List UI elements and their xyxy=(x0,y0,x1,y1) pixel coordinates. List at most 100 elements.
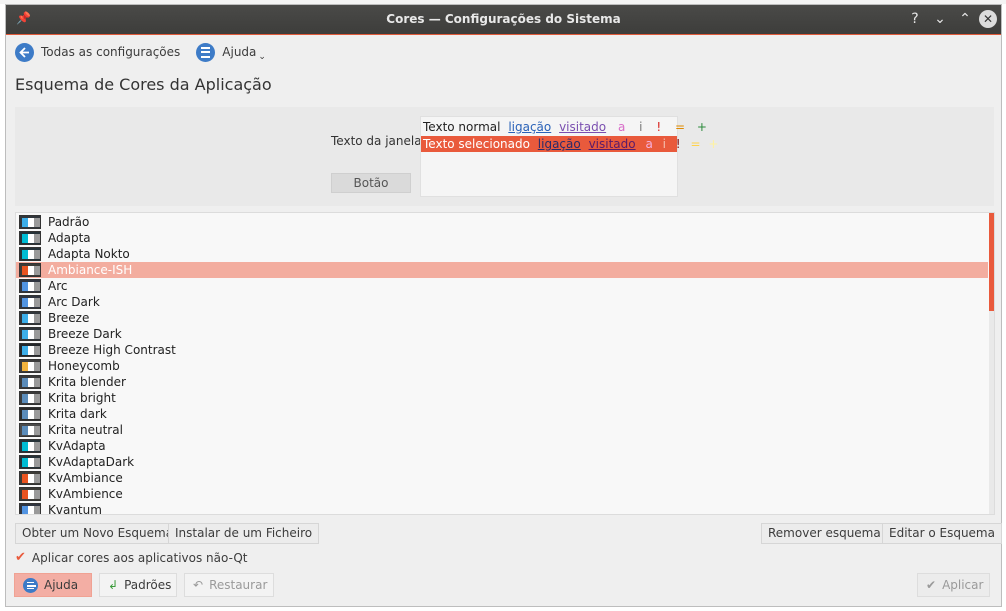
maximize-icon[interactable]: ⌃ xyxy=(956,10,974,28)
check-icon: ✔ xyxy=(926,578,937,592)
window-title: Cores — Configurações do Sistema xyxy=(386,12,621,26)
scheme-list-item[interactable]: KvAdaptaDark xyxy=(16,454,988,470)
scheme-preview-icon xyxy=(19,487,41,501)
scheme-preview-icon xyxy=(19,263,41,277)
chevron-down-icon: ⌄ xyxy=(258,52,266,62)
undo-icon: ↶ xyxy=(193,578,204,592)
scheme-label: KvAmbience xyxy=(48,487,123,501)
scheme-preview-icon xyxy=(19,455,41,469)
selected-neutral: = xyxy=(690,137,701,151)
apply-button[interactable]: ✔ Aplicar xyxy=(917,573,990,597)
scheme-list-item[interactable]: Krita dark xyxy=(16,406,988,422)
scheme-label: Breeze xyxy=(48,311,90,325)
remove-scheme-button[interactable]: Remover esquema xyxy=(761,523,888,544)
normal-positive: + xyxy=(696,120,707,134)
scheme-label: Arc Dark xyxy=(48,295,100,309)
scheme-preview-icon xyxy=(19,215,41,229)
selected-visited: visitado xyxy=(588,137,636,151)
scheme-label: Breeze Dark xyxy=(48,327,122,341)
scheme-preview-icon xyxy=(19,471,41,485)
scheme-list-item[interactable]: Adapta xyxy=(16,230,988,246)
normal-text-row: Texto normal ligação visitado a i ! = + xyxy=(423,120,711,134)
title-bar: 📌 Cores — Configurações do Sistema ? ⌄ ⌃… xyxy=(6,5,1001,35)
close-icon[interactable]: ✕ xyxy=(979,10,997,28)
scheme-label: KvAdapta xyxy=(48,439,106,453)
scheme-preview-icon xyxy=(19,423,41,437)
top-navigation: Todas as configurações Ajuda ⌄ xyxy=(15,41,282,63)
checkmark-icon[interactable]: ✔ xyxy=(15,550,26,565)
selected-positive: + xyxy=(708,137,719,151)
scheme-preview-icon xyxy=(19,439,41,453)
scheme-list-item[interactable]: Kvantum xyxy=(16,502,988,514)
scheme-list-item[interactable]: Adapta Nokto xyxy=(16,246,988,262)
scheme-list-item[interactable]: Ambiance-ISH xyxy=(16,262,988,278)
scheme-list-item[interactable]: Honeycomb xyxy=(16,358,988,374)
scheme-list-item[interactable]: Breeze xyxy=(16,310,988,326)
scheme-list-item[interactable]: Padrão xyxy=(16,214,988,230)
scheme-label: KvAmbiance xyxy=(48,471,123,485)
selected-text-row: Texto selecionado ligação visitado a i !… xyxy=(421,136,718,152)
scheme-preview-icon xyxy=(19,375,41,389)
scheme-list-item[interactable]: Arc xyxy=(16,278,988,294)
scheme-preview-icon xyxy=(19,503,41,514)
scheme-preview-icon xyxy=(19,231,41,245)
scrollbar-thumb[interactable] xyxy=(989,213,994,311)
preview-button: Botão xyxy=(331,173,411,193)
minimize-icon[interactable]: ⌄ xyxy=(931,10,949,28)
restore-button[interactable]: ↶ Restaurar xyxy=(184,573,274,597)
scheme-preview-icon xyxy=(19,343,41,357)
help-menu-icon xyxy=(23,577,38,593)
scheme-label: Adapta Nokto xyxy=(48,247,130,261)
normal-inactive: i xyxy=(639,120,643,134)
scheme-list-item[interactable]: KvAmbiance xyxy=(16,470,988,486)
scheme-preview-icon xyxy=(19,311,41,325)
back-label: Todas as configurações xyxy=(41,45,181,59)
edit-scheme-button[interactable]: Editar o Esquema xyxy=(882,523,1002,544)
install-from-file-button[interactable]: Instalar de um Ficheiro xyxy=(168,523,320,544)
page-title: Esquema de Cores da Aplicação xyxy=(15,75,272,94)
scheme-list-item[interactable]: Krita neutral xyxy=(16,422,988,438)
help-menu-label: Ajuda xyxy=(222,45,257,59)
list-scrollbar[interactable] xyxy=(989,213,994,514)
scheme-list-item[interactable]: Krita blender xyxy=(16,374,988,390)
back-to-all-settings-button[interactable]: Todas as configurações xyxy=(15,42,181,62)
back-arrow-icon xyxy=(15,42,34,62)
apply-non-qt-checkbox[interactable]: ✔ Aplicar cores aos aplicativos não-Qt xyxy=(15,550,248,565)
scheme-label: Krita bright xyxy=(48,391,116,405)
color-preview-panel: Texto da janela Botão Texto normal ligaç… xyxy=(15,107,994,206)
selected-text: Texto selecionado xyxy=(423,137,530,151)
apply-button-label: Aplicar xyxy=(942,578,984,592)
scheme-label: Ambiance-ISH xyxy=(48,263,133,277)
apply-non-qt-label: Aplicar cores aos aplicativos não-Qt xyxy=(31,550,248,565)
scheme-list-item[interactable]: KvAdapta xyxy=(16,438,988,454)
help-menu-button[interactable]: Ajuda ⌄ xyxy=(196,42,266,62)
defaults-button[interactable]: ↲ Padrões xyxy=(99,573,177,597)
scheme-list-item[interactable]: Breeze High Contrast xyxy=(16,342,988,358)
help-icon[interactable]: ? xyxy=(906,10,924,28)
color-scheme-list[interactable]: Padrão Adapta Adapta Nokto Ambiance-ISH Arc A… xyxy=(15,212,995,515)
help-button[interactable]: Ajuda xyxy=(14,573,92,597)
scheme-list-item[interactable]: KvAmbience xyxy=(16,486,988,502)
help-button-label: Ajuda xyxy=(44,578,79,592)
selected-negative: ! xyxy=(675,137,681,151)
normal-neutral: = xyxy=(674,120,686,134)
scheme-preview-icon xyxy=(19,295,41,309)
scheme-preview-icon xyxy=(19,247,41,261)
defaults-icon: ↲ xyxy=(108,578,119,592)
get-new-scheme-button[interactable]: Obter um Novo Esquema xyxy=(15,523,181,544)
selected-link: ligação xyxy=(537,137,581,151)
scheme-label: Honeycomb xyxy=(48,359,120,373)
scheme-label: Adapta xyxy=(48,231,91,245)
scheme-list-item[interactable]: Arc Dark xyxy=(16,294,988,310)
scheme-preview-icon xyxy=(19,327,41,341)
selected-active: a xyxy=(645,137,653,151)
scheme-list-item[interactable]: Breeze Dark xyxy=(16,326,988,342)
scheme-preview-icon xyxy=(19,407,41,421)
scheme-preview-icon xyxy=(19,359,41,373)
normal-text: Texto normal xyxy=(423,120,501,134)
scheme-list-item[interactable]: Krita bright xyxy=(16,390,988,406)
scheme-label: Arc xyxy=(48,279,68,293)
normal-negative: ! xyxy=(656,120,662,134)
selected-inactive: i xyxy=(662,137,666,151)
scheme-label: Breeze High Contrast xyxy=(48,343,176,357)
